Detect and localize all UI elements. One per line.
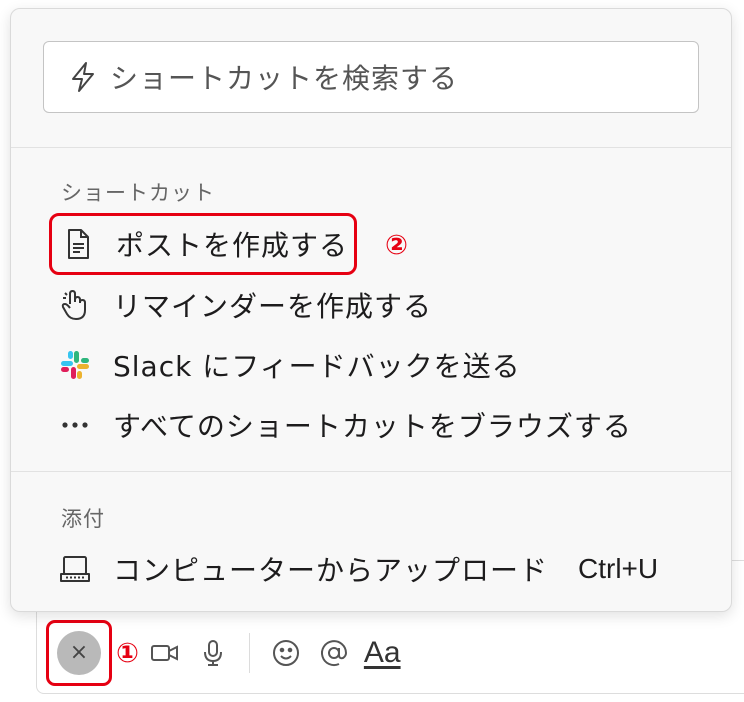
menu-item-label: コンピューターからアップロード bbox=[113, 554, 549, 587]
laptop-icon bbox=[55, 549, 95, 589]
hand-icon bbox=[55, 285, 95, 325]
search-placeholder: ショートカットを検索する bbox=[110, 62, 459, 95]
video-button[interactable] bbox=[141, 629, 189, 677]
smiley-icon bbox=[272, 640, 299, 666]
composer-toolbar: × ① Aa bbox=[46, 618, 401, 688]
menu-item-label: すべてのショートカットをブラウズする bbox=[113, 410, 632, 443]
highlight-box-step1: × bbox=[46, 620, 112, 686]
menu-item-label: ポストを作成する bbox=[116, 229, 349, 262]
menu-item-label: Slack にフィードバックを送る bbox=[113, 350, 521, 383]
lightning-icon bbox=[72, 62, 94, 92]
step-marker-2: ② bbox=[385, 230, 408, 261]
microphone-icon bbox=[203, 640, 222, 666]
close-icon: × bbox=[69, 640, 89, 665]
ellipsis-icon bbox=[55, 405, 95, 445]
keyboard-shortcut: Ctrl+U bbox=[578, 553, 659, 584]
video-camera-icon bbox=[150, 645, 178, 661]
at-sign-icon bbox=[320, 640, 347, 667]
divider bbox=[11, 471, 731, 472]
menu-item-upload-from-computer[interactable]: コンピューターからアップロード Ctrl+U bbox=[55, 541, 658, 597]
menu-item-create-post[interactable]: ポストを作成する bbox=[49, 213, 358, 275]
shortcut-search-input[interactable]: ショートカットを検索する bbox=[43, 41, 699, 113]
step-marker-1: ① bbox=[116, 637, 139, 669]
menu-item-browse-shortcuts[interactable]: すべてのショートカットをブラウズする bbox=[55, 397, 632, 453]
formatting-button[interactable]: Aa bbox=[364, 636, 401, 670]
screen: × ① Aa ショートカットを検索する ショートカット ポストを作成する ② リ… bbox=[0, 0, 744, 702]
divider bbox=[11, 147, 731, 148]
document-icon bbox=[58, 224, 98, 264]
close-menu-button[interactable]: × bbox=[57, 631, 101, 675]
menu-item-create-reminder[interactable]: リマインダーを作成する bbox=[55, 277, 432, 333]
audio-button[interactable] bbox=[189, 629, 237, 677]
shortcuts-menu: ショートカットを検索する ショートカット ポストを作成する ② リマインダーを作… bbox=[10, 8, 732, 612]
shortcuts-section-title: ショートカット bbox=[61, 181, 215, 205]
emoji-button[interactable] bbox=[262, 629, 310, 677]
menu-item-label: リマインダーを作成する bbox=[113, 290, 433, 323]
slack-logo-icon bbox=[55, 345, 95, 385]
attach-section-title: 添付 bbox=[61, 507, 105, 531]
menu-item-send-feedback[interactable]: Slack にフィードバックを送る bbox=[55, 337, 521, 393]
mention-button[interactable] bbox=[310, 629, 358, 677]
toolbar-divider bbox=[248, 633, 250, 673]
